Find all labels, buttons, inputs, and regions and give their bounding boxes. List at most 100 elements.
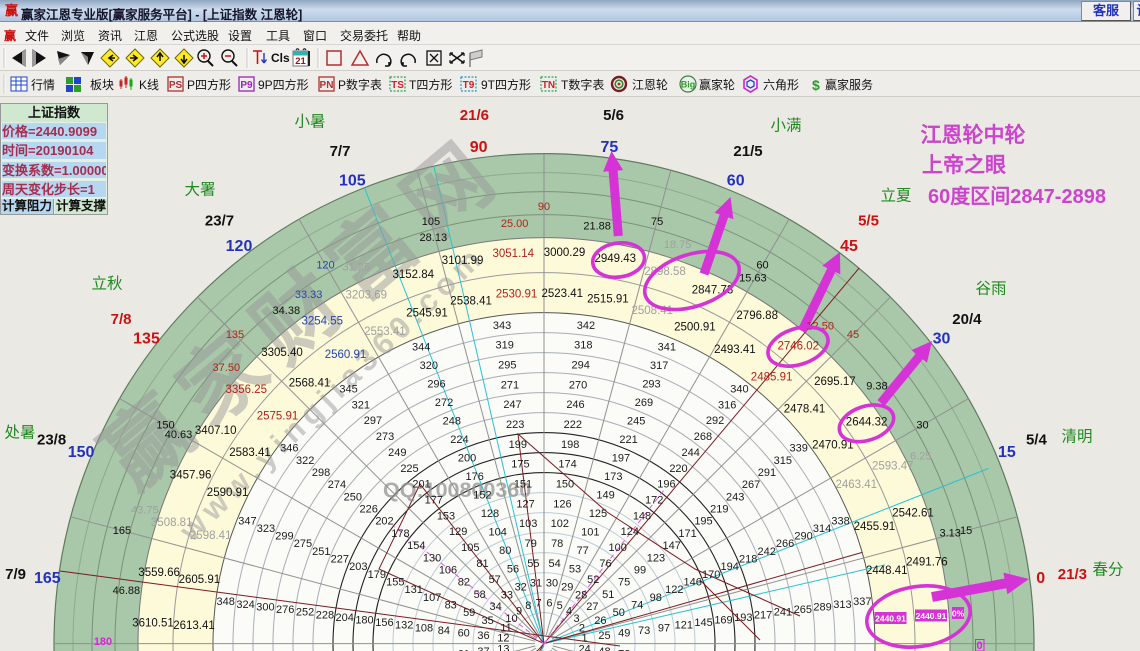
svg-text:谷雨: 谷雨 [975, 280, 1006, 298]
svg-text:193: 193 [734, 612, 752, 624]
svg-text:271: 271 [501, 379, 519, 391]
svg-text:35: 35 [481, 615, 493, 627]
svg-text:清明: 清明 [1061, 428, 1092, 446]
svg-text:292: 292 [706, 415, 724, 427]
svg-text:266: 266 [776, 538, 794, 550]
svg-text:105: 105 [461, 542, 479, 554]
svg-text:171: 171 [678, 528, 696, 540]
svg-text:198: 198 [561, 439, 579, 451]
svg-text:TN: TN [542, 80, 555, 91]
svg-text:2575.91: 2575.91 [257, 411, 299, 423]
svg-text:2500.91: 2500.91 [674, 322, 716, 334]
svg-text:337: 337 [853, 596, 871, 608]
svg-text:53: 53 [569, 563, 581, 575]
svg-text:2590.91: 2590.91 [207, 487, 249, 499]
svg-text:34: 34 [489, 601, 501, 613]
svg-text:49: 49 [618, 628, 630, 640]
svg-text:T四方形: T四方形 [409, 77, 452, 92]
svg-text:2949.43: 2949.43 [595, 253, 637, 265]
svg-text:289: 289 [813, 601, 831, 613]
svg-text:78: 78 [551, 538, 563, 550]
svg-text:79: 79 [525, 538, 537, 550]
svg-text:赢家轮: 赢家轮 [699, 77, 735, 92]
svg-text:219: 219 [710, 504, 728, 516]
svg-text:30: 30 [546, 578, 558, 590]
svg-text:107: 107 [423, 592, 441, 604]
svg-text:202: 202 [375, 516, 393, 528]
svg-text:165: 165 [113, 525, 131, 537]
svg-text:赢家服务: 赢家服务 [825, 77, 873, 92]
svg-text:2491.76: 2491.76 [906, 557, 948, 569]
svg-text:299: 299 [275, 531, 293, 543]
svg-text:74: 74 [631, 599, 643, 611]
svg-text:228: 228 [316, 609, 334, 621]
svg-text:150: 150 [156, 420, 174, 432]
svg-text:2542.61: 2542.61 [892, 507, 934, 519]
svg-text:55: 55 [527, 558, 539, 570]
svg-text:129: 129 [449, 526, 467, 538]
svg-text:132: 132 [395, 620, 413, 632]
svg-text:5: 5 [557, 600, 563, 612]
svg-text:21: 21 [295, 56, 306, 67]
svg-text:立秋: 立秋 [91, 275, 123, 293]
svg-text:18.75: 18.75 [664, 239, 692, 251]
svg-text:169: 169 [714, 615, 732, 627]
svg-text:2644.32: 2644.32 [846, 416, 888, 428]
svg-text:203: 203 [349, 561, 367, 573]
svg-text:223: 223 [506, 419, 524, 431]
svg-text:175: 175 [511, 459, 529, 471]
svg-text:151: 151 [514, 479, 532, 491]
svg-text:15.63: 15.63 [739, 273, 767, 285]
svg-text:六角形: 六角形 [763, 78, 799, 92]
svg-text:29: 29 [561, 582, 573, 594]
svg-text:2605.91: 2605.91 [179, 574, 221, 586]
svg-text:3407.10: 3407.10 [195, 425, 237, 437]
svg-text:2593.47: 2593.47 [872, 460, 914, 472]
svg-text:上帝之眼: 上帝之眼 [922, 153, 1006, 177]
svg-text:PS: PS [169, 80, 183, 91]
svg-text:13: 13 [497, 644, 509, 651]
svg-text:98: 98 [650, 592, 662, 604]
svg-text:2440.91: 2440.91 [875, 613, 906, 623]
svg-text:272: 272 [435, 397, 453, 409]
svg-text:3152.84: 3152.84 [393, 269, 435, 281]
svg-text:QQ:100800360: QQ:100800360 [383, 478, 531, 502]
svg-text:28.13: 28.13 [420, 232, 448, 244]
svg-text:80: 80 [499, 545, 511, 557]
svg-text:344: 344 [412, 342, 430, 354]
svg-text:20/4: 20/4 [952, 311, 982, 328]
svg-text:176: 176 [466, 471, 484, 483]
svg-text:春分: 春分 [1092, 561, 1123, 579]
svg-text:33.33: 33.33 [295, 289, 323, 301]
svg-text:30: 30 [916, 420, 928, 432]
svg-text:135: 135 [226, 329, 244, 341]
svg-text:130: 130 [423, 552, 441, 564]
svg-text:5/6: 5/6 [603, 107, 624, 124]
svg-text:P四方形: P四方形 [187, 77, 231, 92]
svg-text:31.25: 31.25 [342, 261, 370, 273]
svg-text:0%: 0% [952, 608, 965, 618]
svg-text:26: 26 [594, 615, 606, 627]
svg-text:343: 343 [493, 320, 511, 332]
svg-text:105: 105 [422, 216, 440, 228]
svg-text:131: 131 [405, 584, 423, 596]
svg-text:221: 221 [619, 434, 637, 446]
svg-text:2613.41: 2613.41 [173, 620, 215, 632]
svg-text:339: 339 [790, 443, 808, 455]
svg-text:270: 270 [569, 379, 587, 391]
svg-text:21.88: 21.88 [583, 221, 611, 233]
svg-text:0: 0 [976, 640, 982, 651]
svg-text:296: 296 [427, 379, 445, 391]
svg-text:30: 30 [933, 331, 951, 348]
svg-text:37: 37 [477, 646, 489, 651]
svg-text:75: 75 [651, 216, 663, 228]
svg-text:3000.29: 3000.29 [544, 247, 586, 259]
svg-text:201: 201 [412, 479, 430, 491]
svg-text:$: $ [812, 77, 820, 93]
svg-text:156: 156 [375, 617, 393, 629]
svg-text:204: 204 [336, 612, 354, 624]
svg-text:2493.41: 2493.41 [714, 344, 756, 356]
svg-text:147: 147 [663, 540, 681, 552]
svg-text:274: 274 [328, 479, 346, 491]
svg-text:124: 124 [621, 526, 639, 538]
